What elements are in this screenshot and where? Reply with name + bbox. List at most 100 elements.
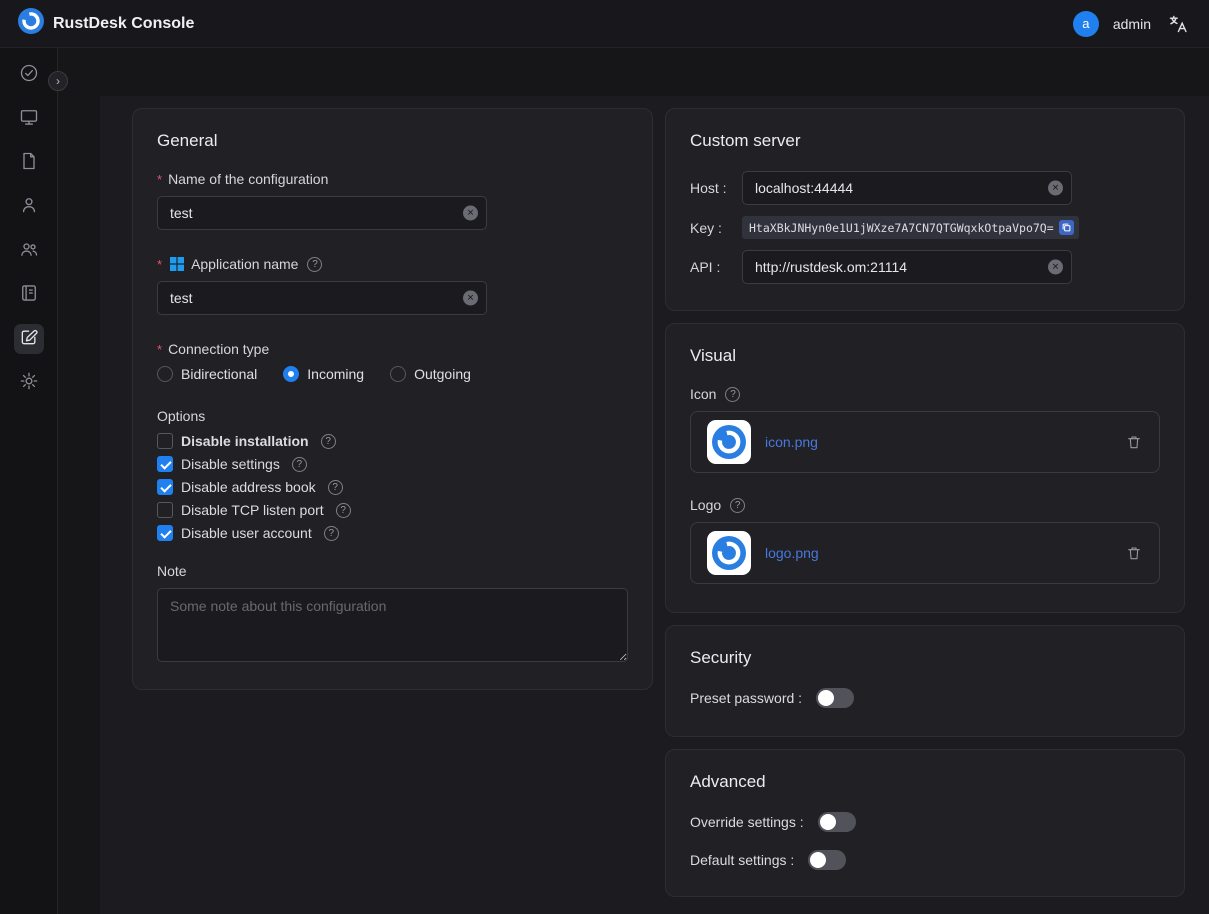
clear-icon[interactable]: ✕ bbox=[463, 291, 478, 306]
advanced-card: Advanced Override settings : Default set… bbox=[665, 749, 1185, 897]
help-icon[interactable]: ? bbox=[324, 526, 339, 541]
checkbox-box bbox=[157, 525, 173, 541]
radio-dot bbox=[390, 366, 406, 382]
app-title: RustDesk Console bbox=[53, 15, 194, 33]
sidebar-item-custom-clients[interactable] bbox=[14, 324, 44, 354]
app-name-label: * Application name ? bbox=[157, 256, 628, 272]
monitor-icon bbox=[19, 107, 39, 132]
security-title: Security bbox=[690, 648, 1160, 668]
logo-preview bbox=[707, 531, 751, 575]
icon-preview bbox=[707, 420, 751, 464]
radio-dot bbox=[157, 366, 173, 382]
content-panel: General * Name of the configuration ✕ * bbox=[100, 96, 1209, 914]
avatar[interactable]: a bbox=[1073, 11, 1099, 37]
security-card: Security Preset password : bbox=[665, 625, 1185, 737]
custom-server-card: Custom server Host : ✕ Key : HtaXBkJNHyn… bbox=[665, 108, 1185, 311]
help-icon[interactable]: ? bbox=[328, 480, 343, 495]
override-settings-label: Override settings : bbox=[690, 814, 804, 830]
checkbox-box bbox=[157, 502, 173, 518]
options-list: Disable installation ? Disable settings … bbox=[157, 433, 628, 541]
connection-type-label: * Connection type bbox=[157, 341, 628, 357]
logo-label: Logo ? bbox=[690, 497, 1160, 513]
rustdesk-logo bbox=[18, 8, 44, 39]
users-icon bbox=[19, 239, 39, 264]
sidebar-item-settings[interactable] bbox=[14, 368, 44, 398]
general-title: General bbox=[157, 131, 628, 151]
key-label: Key : bbox=[690, 220, 742, 236]
help-icon[interactable]: ? bbox=[725, 387, 740, 402]
note-label: Note bbox=[157, 563, 628, 579]
logo-filebox: logo.png bbox=[690, 522, 1160, 584]
app-name-input[interactable] bbox=[157, 281, 487, 315]
required-mark: * bbox=[157, 257, 162, 272]
logo-filename-link[interactable]: logo.png bbox=[765, 545, 1111, 561]
config-name-label: * Name of the configuration bbox=[157, 171, 628, 187]
preset-password-toggle[interactable] bbox=[816, 688, 854, 708]
visual-card: Visual Icon ? icon.png bbox=[665, 323, 1185, 613]
radio-bidirectional[interactable]: Bidirectional bbox=[157, 366, 257, 382]
help-icon[interactable]: ? bbox=[292, 457, 307, 472]
app-header: RustDesk Console a admin bbox=[0, 0, 1209, 48]
sidebar-item-audit[interactable] bbox=[14, 280, 44, 310]
icon-filename-link[interactable]: icon.png bbox=[765, 434, 1111, 450]
clear-icon[interactable]: ✕ bbox=[1048, 260, 1063, 275]
help-icon[interactable]: ? bbox=[336, 503, 351, 518]
check-circle-icon bbox=[19, 63, 39, 88]
checkbox-box bbox=[157, 456, 173, 472]
sidebar-item-documents[interactable] bbox=[14, 148, 44, 178]
copy-icon[interactable] bbox=[1059, 220, 1074, 235]
host-label: Host : bbox=[690, 180, 742, 196]
trash-icon[interactable] bbox=[1125, 433, 1143, 451]
help-icon[interactable]: ? bbox=[321, 434, 336, 449]
sidebar-item-status[interactable] bbox=[14, 60, 44, 90]
advanced-title: Advanced bbox=[690, 772, 1160, 792]
checkbox-disable-settings[interactable]: Disable settings ? bbox=[157, 456, 628, 472]
translate-icon[interactable] bbox=[1165, 11, 1191, 37]
required-mark: * bbox=[157, 342, 162, 357]
settings-icon bbox=[19, 371, 39, 396]
user-icon bbox=[19, 195, 39, 220]
trash-icon[interactable] bbox=[1125, 544, 1143, 562]
icon-label: Icon ? bbox=[690, 386, 1160, 402]
sidebar-item-devices[interactable] bbox=[14, 104, 44, 134]
clear-icon[interactable]: ✕ bbox=[1048, 181, 1063, 196]
checkbox-disable-address-book[interactable]: Disable address book ? bbox=[157, 479, 628, 495]
host-input[interactable] bbox=[742, 171, 1072, 205]
help-icon[interactable]: ? bbox=[730, 498, 745, 513]
default-settings-label: Default settings : bbox=[690, 852, 794, 868]
api-label: API : bbox=[690, 259, 742, 275]
key-value: HtaXBkJNHyn0e1U1jWXze7A7CN7QTGWqxkOtpaVp… bbox=[742, 216, 1079, 239]
default-settings-toggle[interactable] bbox=[808, 850, 846, 870]
clear-icon[interactable]: ✕ bbox=[463, 206, 478, 221]
connection-type-group: Bidirectional Incoming Outgoing bbox=[157, 366, 628, 382]
override-settings-toggle[interactable] bbox=[818, 812, 856, 832]
main-area: General * Name of the configuration ✕ * bbox=[58, 48, 1209, 914]
api-input[interactable] bbox=[742, 250, 1072, 284]
toggle-knob bbox=[818, 690, 834, 706]
preset-password-label: Preset password : bbox=[690, 690, 802, 706]
checkbox-box bbox=[157, 479, 173, 495]
sidebar bbox=[0, 48, 58, 914]
radio-dot bbox=[283, 366, 299, 382]
radio-incoming[interactable]: Incoming bbox=[283, 366, 364, 382]
document-icon bbox=[19, 151, 39, 176]
checkbox-disable-user-account[interactable]: Disable user account ? bbox=[157, 525, 628, 541]
required-mark: * bbox=[157, 172, 162, 187]
checkbox-disable-installation[interactable]: Disable installation ? bbox=[157, 433, 628, 449]
options-label: Options bbox=[157, 408, 628, 424]
toggle-knob bbox=[820, 814, 836, 830]
sidebar-item-users[interactable] bbox=[14, 192, 44, 222]
user-name[interactable]: admin bbox=[1113, 16, 1151, 32]
icon-filebox: icon.png bbox=[690, 411, 1160, 473]
radio-outgoing[interactable]: Outgoing bbox=[390, 366, 471, 382]
edit-icon bbox=[19, 327, 39, 352]
config-name-input[interactable] bbox=[157, 196, 487, 230]
note-textarea[interactable] bbox=[157, 588, 628, 662]
brand: RustDesk Console bbox=[18, 8, 194, 39]
sidebar-collapse-button[interactable]: › bbox=[48, 71, 68, 91]
checkbox-disable-tcp-listen-port[interactable]: Disable TCP listen port ? bbox=[157, 502, 628, 518]
help-icon[interactable]: ? bbox=[307, 257, 322, 272]
checkbox-box bbox=[157, 433, 173, 449]
sidebar-item-groups[interactable] bbox=[14, 236, 44, 266]
logbook-icon bbox=[19, 283, 39, 308]
